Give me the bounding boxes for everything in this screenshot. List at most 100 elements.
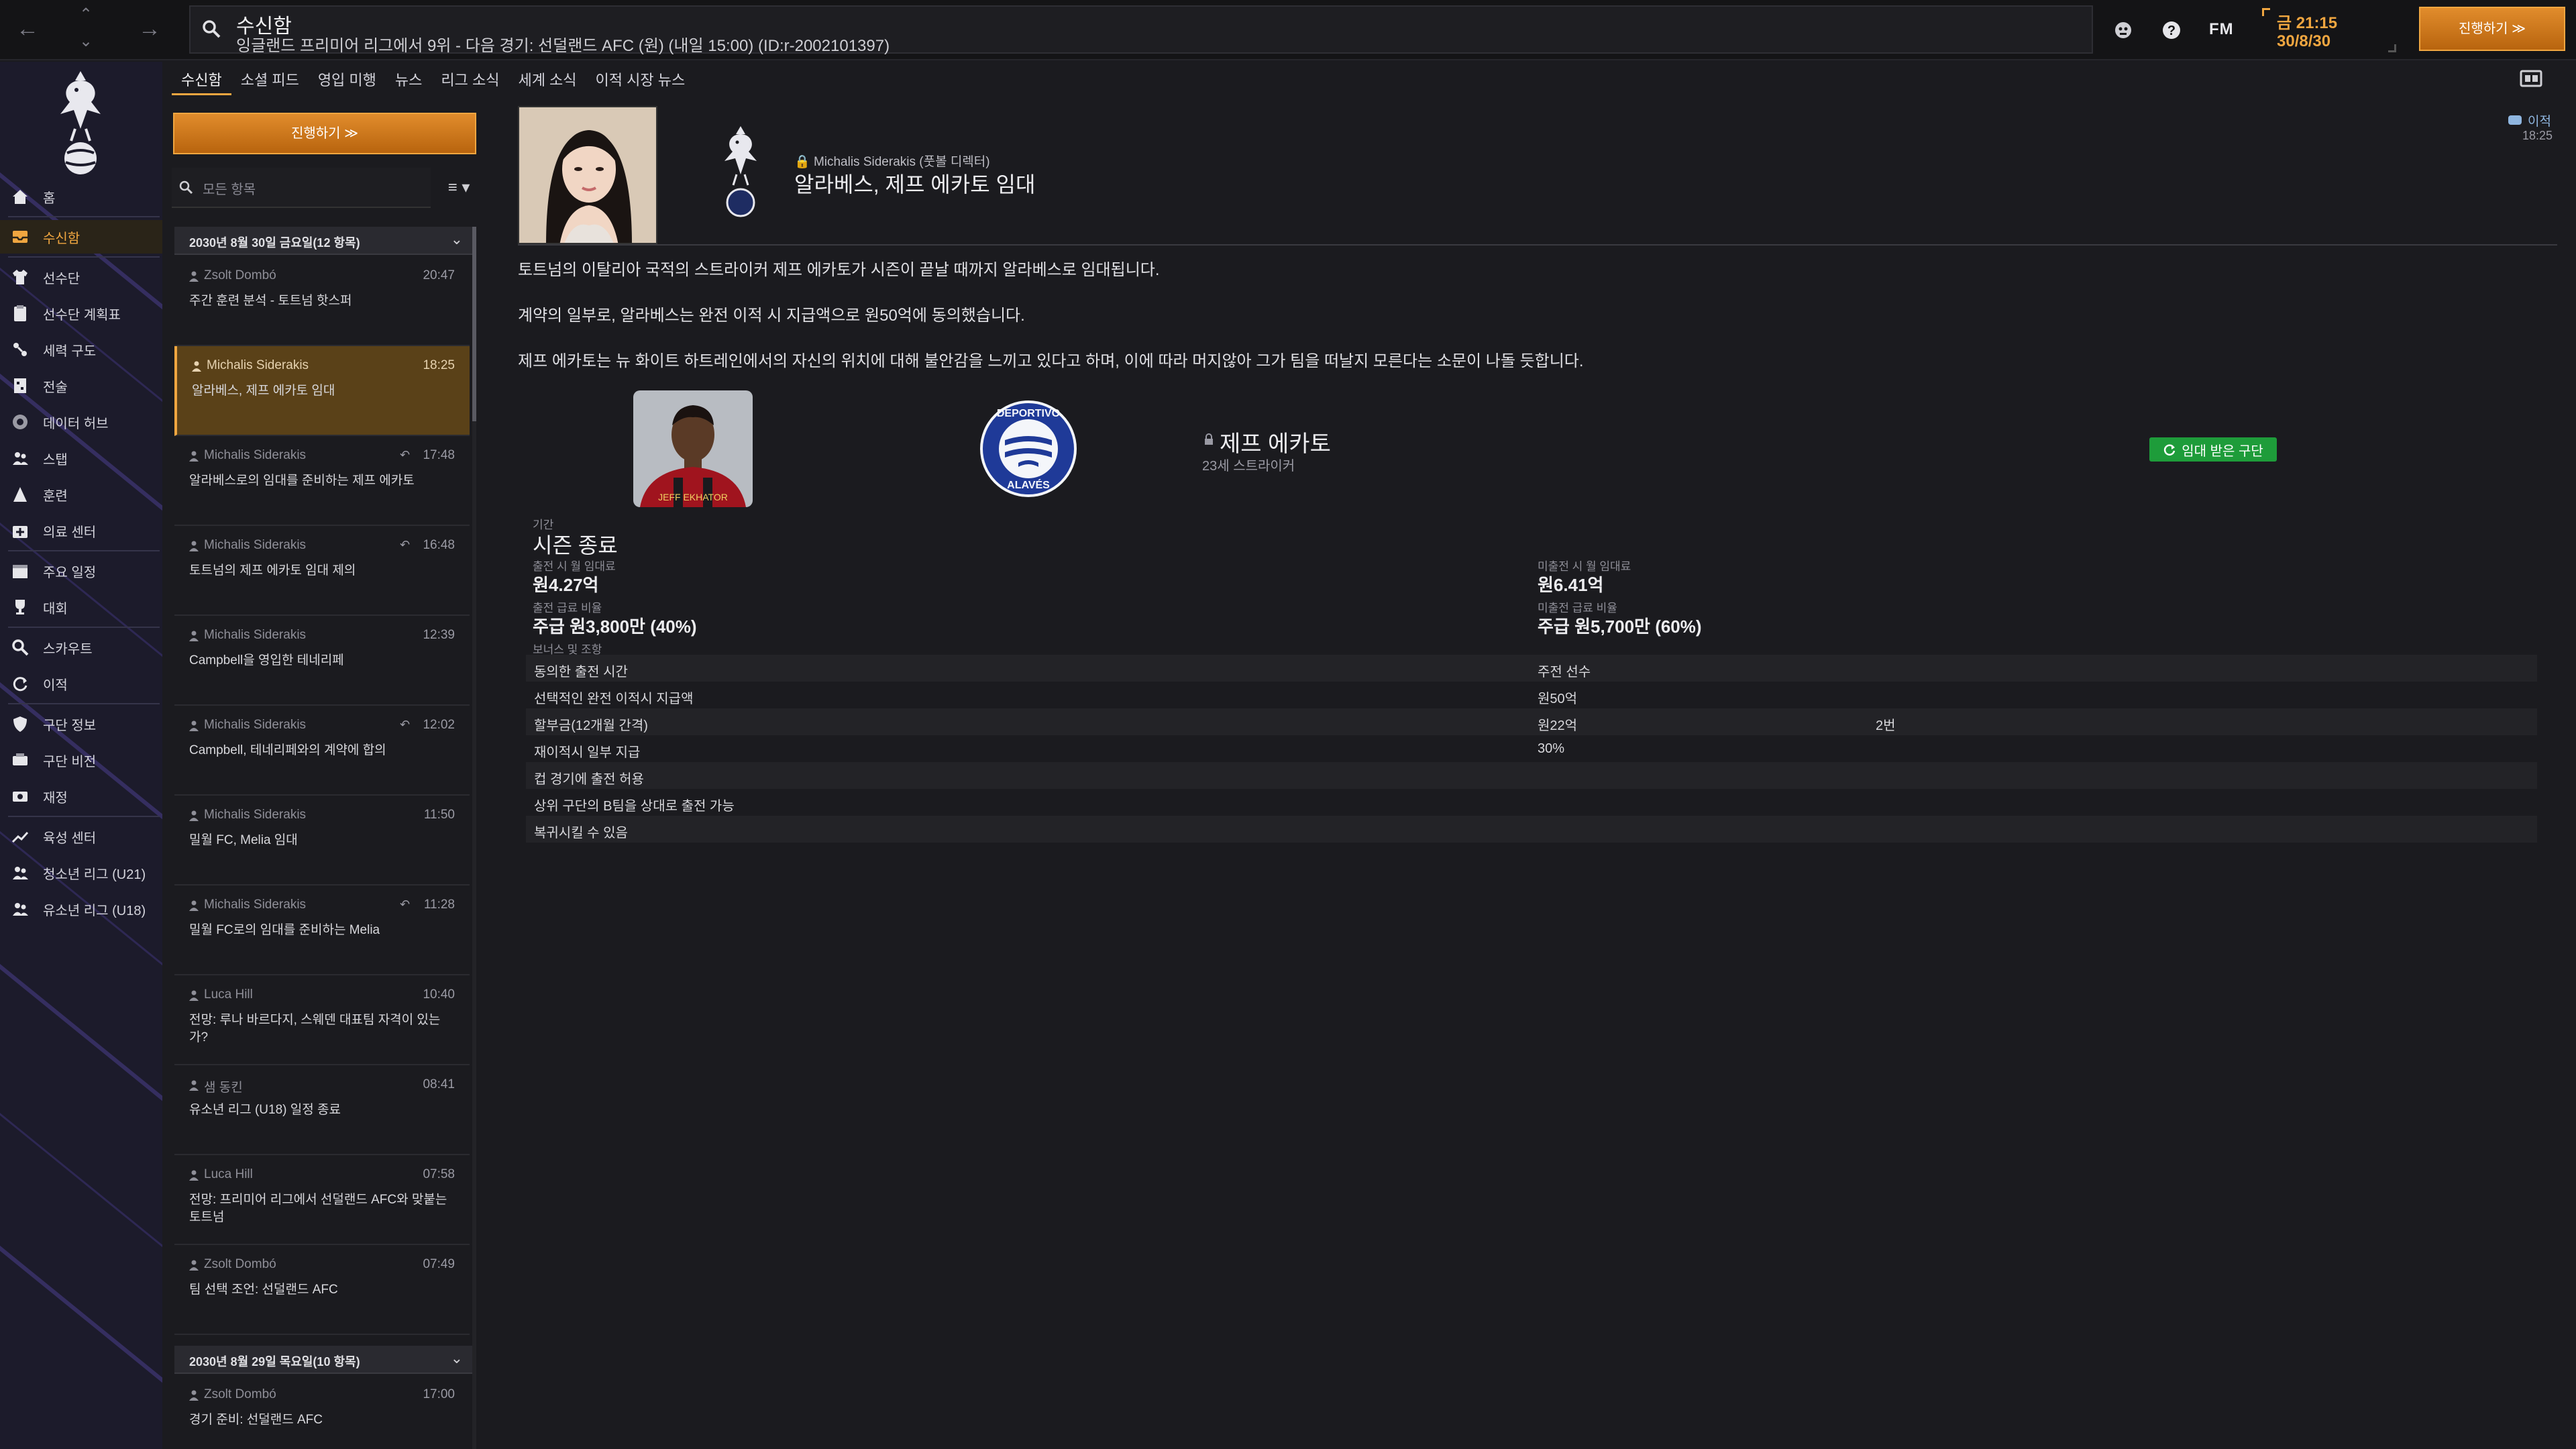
sidebar-item-scouting[interactable]: 스카우트 [0,631,162,664]
tab-world-news[interactable]: 세계 소식 [508,64,586,95]
message-from-name: Michalis Siderakis (풋볼 디렉터) [813,155,990,169]
message-paragraph: 계약의 일부로, 알라베스는 완전 이적 시 지급액으로 원50억에 동의했습니… [518,307,1025,325]
sidebar-item-club-vision[interactable]: 구단 비전 [0,743,162,777]
reply-icon: ↶ [400,898,411,911]
sidebar-item-label: 수신함 [43,231,80,246]
table-row: 동의한 출전 시간 주전 선수 [526,655,2537,682]
lock-icon [1205,433,1213,445]
sidebar-item-u18[interactable]: 유소년 리그 (U18) [0,892,162,926]
club-crest-icon[interactable] [714,122,767,223]
clause-value: 30% [1538,741,1565,756]
sidebar-item-competitions[interactable]: 대회 [0,590,162,624]
inbox-filter-button[interactable]: ≡ ▾ [437,168,480,208]
chevron-up-icon[interactable]: ⌃ [79,7,93,23]
inbox-message[interactable]: 샘 동킨 08:41 유소년 리그 (U18) 일정 종료 [174,1065,470,1155]
message-subject: 유소년 리그 (U18) 일정 종료 [189,1103,341,1117]
help-icon[interactable]: ? [2160,19,2183,42]
sidebar-item-u21[interactable]: 청소년 리그 (U21) [0,856,162,890]
sidebar-item-tactics[interactable]: 전술 [0,369,162,402]
inbox-message[interactable]: Michalis Siderakis ↶ 12:02 Campbell, 테네리… [174,706,470,796]
date-group-header[interactable]: 2030년 8월 29일 목요일(10 항목) ⌄ [174,1346,472,1374]
sidebar-divider [8,550,160,551]
inbox-list: 진행하기 ≫ 모든 항목 ≡ ▾ 2030년 8월 30일 금요일(12 항목)… [172,101,480,1449]
sidebar-item-label: 선수단 [43,271,80,286]
sidebar-item-club-info[interactable]: 구단 정보 [0,707,162,741]
continue-button[interactable]: 진행하기 ≫ [2419,7,2565,51]
tab-social-feed[interactable]: 소셜 피드 [231,64,309,95]
tab-transfer-news[interactable]: 이적 시장 뉴스 [586,64,695,95]
sidebar-item-data-hub[interactable]: 데이터 허브 [0,405,162,439]
message-time: 07:58 [423,1167,455,1181]
tab-news[interactable]: 뉴스 [386,64,431,95]
sidebar-divider [8,627,160,628]
sidebar-item-dynamics[interactable]: 세력 구도 [0,333,162,366]
date-group-header[interactable]: 2030년 8월 30일 금요일(12 항목) ⌄ [174,227,472,255]
vision-icon [13,753,28,765]
sidebar-item-development[interactable]: 육성 센터 [0,820,162,853]
tab-scouting-tracking[interactable]: 영입 미행 [309,64,386,95]
sidebar-item-inbox[interactable]: 수신함 [0,220,162,254]
message-time: 08:41 [423,1077,455,1091]
inbox-message[interactable]: Michalis Siderakis ↶ 11:28 밀월 FC로의 임대를 준… [174,885,470,975]
inbox-message[interactable]: Michalis Siderakis 12:39 Campbell을 영입한 테… [174,616,470,706]
tab-league-news[interactable]: 리그 소식 [431,64,508,95]
loan-club-crest-icon[interactable]: DEPORTIVO ALAVÉS [978,398,1079,499]
game-clock[interactable]: 금 21:15 30/8/30 [2262,8,2396,52]
clause-name: 상위 구단의 B팀을 상대로 출전 가능 [534,799,735,814]
loan-club-badge[interactable]: 임대 받은 구단 [2149,437,2277,462]
player-name[interactable]: 제프 에카토 [1220,425,1331,458]
sidebar-item-staff[interactable]: 스탭 [0,441,162,475]
inbox-search-input[interactable]: 모든 항목 [172,168,431,208]
noappear-ratio-value: 주급 원5,700만 (60%) [1538,616,1702,637]
inbox-message[interactable]: Michalis Siderakis ↶ 17:48 알라베스로의 임대를 준비… [174,436,470,526]
search-bar[interactable]: 수신함 잉글랜드 프리미어 리그에서 9위 - 다음 경기: 선덜랜드 AFC … [189,5,2093,55]
message-time: 11:50 [423,808,455,822]
message-subject: 알라베스, 제프 에카토 임대 [192,384,335,398]
sidebar-item-transfers[interactable]: 이적 [0,667,162,700]
inbox-message[interactable]: Zsolt Dombó 07:49 팀 선택 조언: 선덜랜드 AFC [174,1245,470,1335]
player-photo[interactable]: JEFF EKHATOR [633,390,753,507]
inbox-scrollbar-thumb[interactable] [472,227,476,421]
forward-arrow-icon[interactable]: → [138,17,161,40]
tab-inbox[interactable]: 수신함 [172,64,231,95]
inbox-message-selected[interactable]: Michalis Siderakis 18:25 알라베스, 제프 에카토 임대 [174,346,470,436]
message-sender: Luca Hill [204,1167,253,1181]
table-row: 컵 경기에 출전 허용 [526,762,2537,789]
sidebar-item-home[interactable]: 홈 [0,180,162,213]
message-time: 18:25 [423,358,455,372]
sidebar-item-medical[interactable]: 의료 센터 [0,514,162,547]
table-row: 재이적시 일부 지급 30% [526,735,2537,762]
chevron-down-icon[interactable]: ⌄ [79,34,93,50]
continue-button-secondary[interactable]: 진행하기 ≫ [173,113,476,154]
sender-avatar[interactable] [518,106,657,244]
clock-time: 금 21:15 [2277,14,2338,32]
sidebar-item-schedule[interactable]: 주요 일정 [0,554,162,588]
transfer-tag-icon [2508,115,2522,125]
sidebar-item-training[interactable]: 훈련 [0,478,162,511]
sidebar-item-label: 재정 [43,790,68,806]
inbox-message[interactable]: Michalis Siderakis 11:50 밀월 FC, Melia 임대 [174,796,470,885]
inbox-message[interactable]: Luca Hill 10:40 전망: 루나 바르다지, 스웨덴 대표팀 자격이… [174,975,470,1065]
noappear-fee-value: 원6.41억 [1538,575,1604,595]
sidebar-item-squad[interactable]: 선수단 [0,260,162,294]
inbox-message[interactable]: Zsolt Dombó 20:47 주간 훈련 분석 - 토트넘 핫스퍼 [174,256,470,346]
message-tag[interactable]: 이적 [2528,111,2551,129]
message-subject: 팀 선택 조언: 선덜랜드 AFC [189,1283,338,1297]
user-icon [189,271,199,282]
sidebar-item-squad-planner[interactable]: 선수단 계획표 [0,297,162,330]
sidebar-item-label: 대회 [43,601,68,616]
back-arrow-icon[interactable]: ← [16,17,39,40]
inbox-message[interactable]: Luca Hill 07:58 전망: 프리미어 리그에서 선덜랜드 AFC와 … [174,1155,470,1245]
sidebar-item-label: 홈 [43,191,56,206]
screen-options-icon[interactable] [2520,68,2542,89]
bug-icon[interactable] [2112,19,2135,42]
player-info: 23세 스트라이커 [1202,459,1295,474]
club-crest-icon[interactable] [47,67,114,181]
user-icon [189,1170,199,1181]
inbox-message[interactable]: Zsolt Dombó 17:00 경기 준비: 선덜랜드 AFC [174,1375,470,1449]
user-icon [192,361,201,372]
sidebar-item-finances[interactable]: 재정 [0,780,162,813]
message-subject: 토트넘의 제프 에카토 임대 제의 [189,564,356,578]
inbox-message[interactable]: Michalis Siderakis ↶ 16:48 토트넘의 제프 에카토 임… [174,526,470,616]
scout-icon [12,639,29,656]
